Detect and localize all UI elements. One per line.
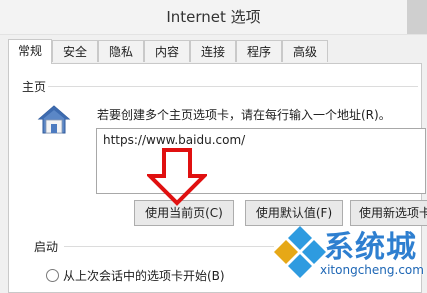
- tab-content[interactable]: 内容: [144, 40, 190, 62]
- startup-group-label: 启动: [34, 240, 59, 254]
- home-group-label: 主页: [22, 80, 47, 94]
- radio-button[interactable]: [46, 269, 59, 282]
- home-page-url-input[interactable]: https://www.baidu.com/: [96, 128, 426, 194]
- tab-programs[interactable]: 程序: [236, 40, 282, 62]
- home-group-divider: [48, 86, 418, 87]
- watermark-brand: 系统城: [324, 230, 417, 265]
- close-button[interactable]: [407, 0, 427, 34]
- watermark-domain: xitongcheng.com: [320, 263, 424, 277]
- window-title: Internet 选项: [166, 8, 261, 26]
- window-titlebar: Internet 选项: [0, 0, 427, 35]
- tab-connections[interactable]: 连接: [190, 40, 236, 62]
- watermark: 系统城 xitongcheng.com: [272, 222, 427, 286]
- tab-general[interactable]: 常规: [8, 39, 52, 64]
- home-description: 若要创建多个主页选项卡，请在每行输入一个地址(R)。: [97, 108, 391, 122]
- startup-option-label: 从上次会话中的选项卡开始(B): [63, 269, 225, 283]
- startup-option-last-session[interactable]: 从上次会话中的选项卡开始(B): [46, 267, 225, 284]
- tab-privacy[interactable]: 隐私: [98, 40, 144, 62]
- use-current-button[interactable]: 使用当前页(C): [134, 200, 234, 226]
- startup-group-divider: [64, 246, 274, 247]
- tab-security[interactable]: 安全: [52, 40, 98, 62]
- house-icon: [37, 105, 71, 134]
- tab-advanced[interactable]: 高级: [282, 40, 328, 62]
- tab-bar: 常规 安全 隐私 内容 连接 程序 高级: [8, 39, 418, 64]
